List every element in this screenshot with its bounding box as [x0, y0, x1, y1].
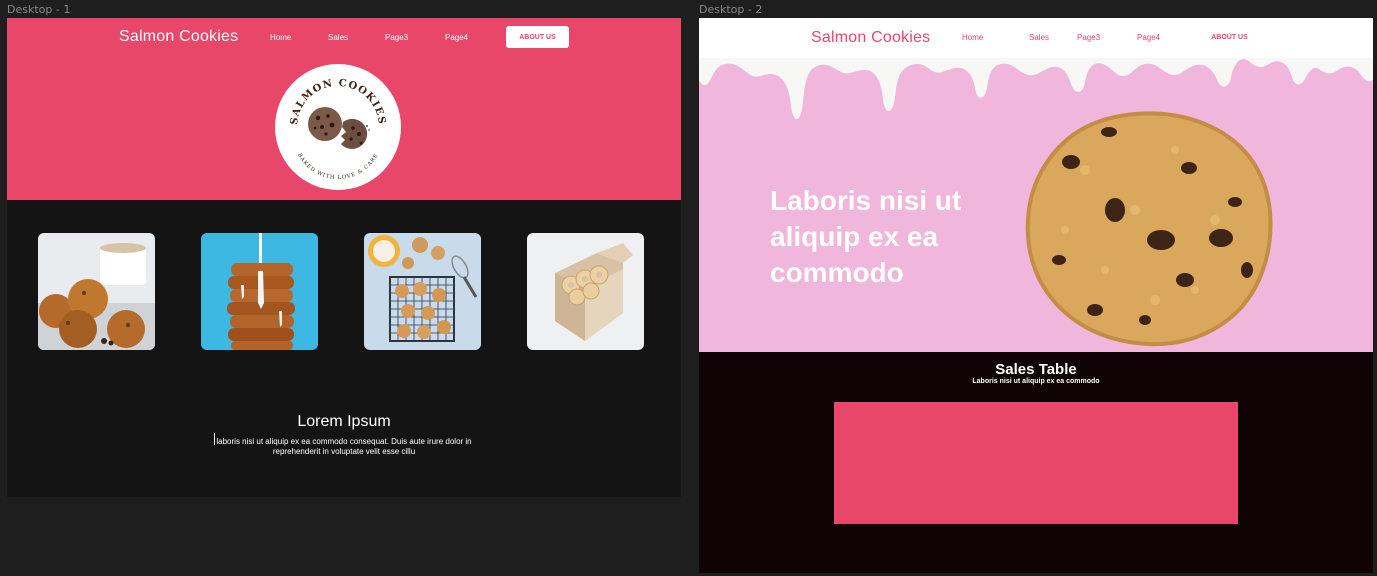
hero-section: Salmon Cookies Home Sales Page3 Page4 AB… [7, 18, 681, 200]
brand-title[interactable]: Salmon Cookies [119, 28, 238, 46]
nav-link-sales-2[interactable]: Sales [1029, 33, 1049, 42]
frame-label-desktop-2: Desktop - 2 [699, 3, 763, 16]
hero-section-2: Salmon Cookies Home Sales Page3 Page4 AB… [699, 18, 1373, 352]
cookie-gift-box-photo [527, 233, 644, 350]
nav-link-home[interactable]: Home [270, 33, 291, 42]
about-us-button-2[interactable]: ABOUT US [1198, 26, 1261, 48]
nav-link-page3[interactable]: Page3 [385, 33, 408, 42]
cookies-with-coffee-photo [38, 233, 155, 350]
frame-label-desktop-1: Desktop - 1 [7, 3, 71, 16]
hero-cookie-image [1025, 111, 1273, 347]
stacked-cookies-with-glaze-photo [201, 233, 318, 350]
brand-title-2[interactable]: Salmon Cookies [811, 29, 930, 47]
svg-text:BAKED WITH LOVE & CARE: BAKED WITH LOVE & CARE [296, 152, 380, 181]
desktop-1-frame: Salmon Cookies Home Sales Page3 Page4 AB… [7, 18, 681, 497]
cookies-on-cooling-rack-photo [364, 233, 481, 350]
nav-link-sales[interactable]: Sales [328, 33, 348, 42]
nav-link-page4[interactable]: Page4 [445, 33, 468, 42]
nav-link-page4-2[interactable]: Page4 [1137, 33, 1160, 42]
about-us-button[interactable]: ABOUT US [506, 26, 569, 48]
intro-title: Lorem Ipsum [297, 413, 391, 430]
nav-link-home-2[interactable]: Home [962, 33, 983, 42]
sales-table-placeholder [834, 402, 1238, 524]
intro-body: laboris nisi ut aliquip ex ea commodo co… [216, 437, 472, 456]
desktop-2-frame: Salmon Cookies Home Sales Page3 Page4 AB… [699, 18, 1373, 573]
sales-table-subtitle: Laboris nisi ut aliquip ex ea commodo [972, 378, 1100, 385]
hero-heading: Laboris nisi ut aliquip ex ea commodo [770, 185, 962, 288]
sales-table-title: Sales Table [995, 361, 1077, 378]
nav-link-page3-2[interactable]: Page3 [1077, 33, 1100, 42]
salmon-cookies-logo: SALMON COOKIES BAKED WITH LOVE & CARE [275, 64, 401, 190]
